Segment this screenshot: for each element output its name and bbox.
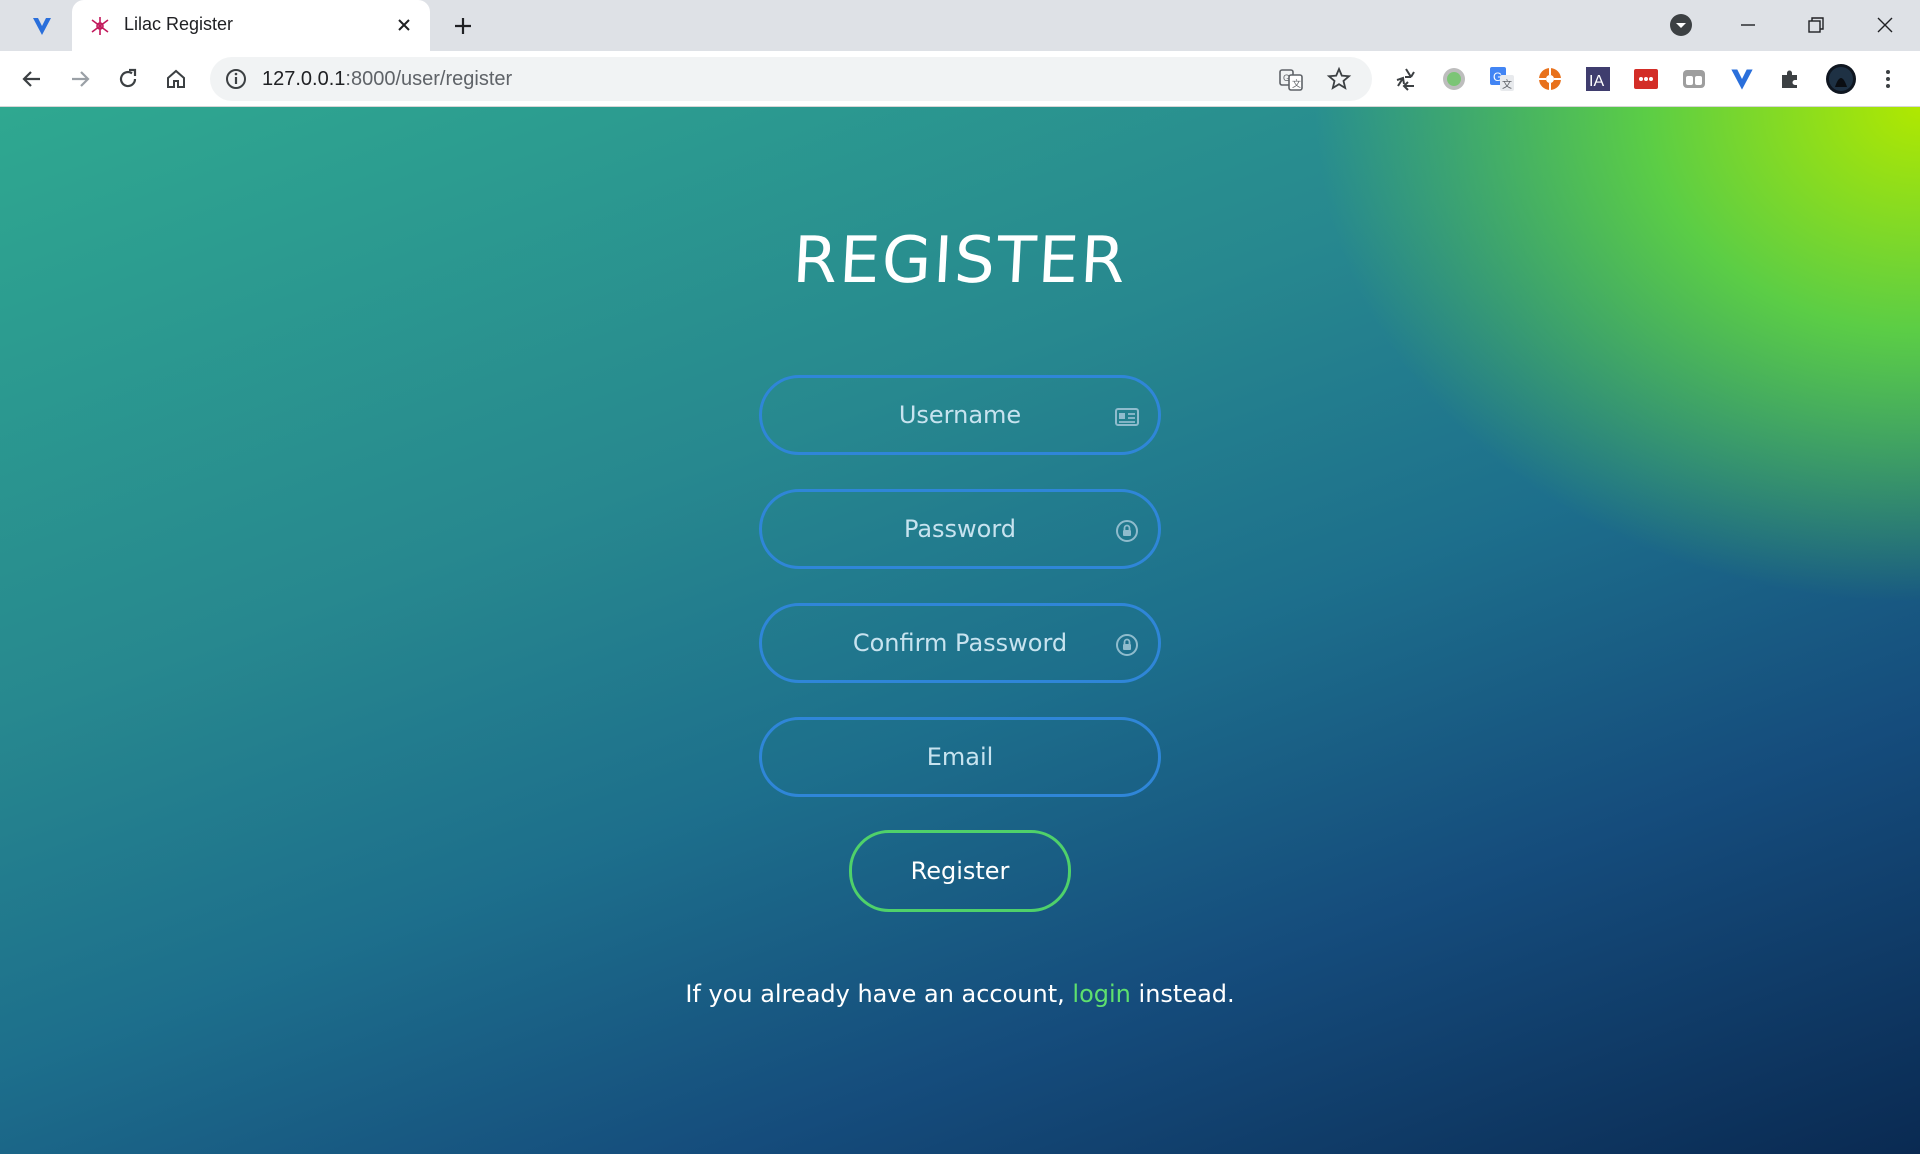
profile-avatar[interactable] (1824, 62, 1858, 96)
close-tab-button[interactable] (392, 13, 416, 37)
tab-title: Lilac Register (124, 14, 234, 34)
vivaldi-icon (33, 18, 51, 35)
register-page: REGISTER Register If you already have an… (0, 107, 1920, 1154)
login-prompt-suffix: instead. (1138, 980, 1235, 1008)
back-button[interactable] (16, 63, 48, 95)
browser-toolbar: 127.0.0.1:8000/user/register G 文 G 文 IA (0, 51, 1920, 107)
tab-search-button[interactable] (1664, 8, 1698, 42)
login-prompt-prefix: If you already have an account, (685, 980, 1065, 1008)
register-button[interactable]: Register (849, 830, 1071, 912)
lock-icon (1116, 634, 1138, 656)
extensions-button[interactable] (1776, 65, 1804, 93)
tab-favicon (91, 17, 109, 35)
menu-icon (1886, 70, 1890, 88)
green-circle-icon (1443, 68, 1465, 90)
confirm-password-input[interactable] (762, 606, 1158, 680)
tab-strip: Lilac Register (0, 0, 1920, 51)
svg-text:G: G (1283, 73, 1290, 83)
confirm-password-field[interactable] (759, 603, 1161, 683)
svg-text:IA: IA (1589, 73, 1604, 90)
plus-icon (455, 18, 471, 34)
extension-vivaldi[interactable] (1728, 65, 1756, 93)
minimize-button[interactable] (1731, 8, 1765, 42)
url-host: 127.0.0.1 (262, 68, 346, 90)
ia-icon: IA (1586, 67, 1610, 91)
recycle-icon (1396, 68, 1415, 91)
extensions-icon (1782, 70, 1797, 88)
star-icon[interactable] (1326, 66, 1352, 92)
chevron-down-icon (1670, 14, 1692, 36)
address-bar[interactable]: 127.0.0.1:8000/user/register G 文 (210, 57, 1372, 101)
google-translate-icon: G 文 (1490, 67, 1514, 91)
password-input[interactable] (762, 492, 1158, 566)
restore-icon (1808, 17, 1824, 33)
username-field[interactable] (759, 375, 1161, 455)
reload-button[interactable] (112, 63, 144, 95)
tab-lilac-register[interactable]: Lilac Register (72, 0, 430, 51)
new-tab-button[interactable] (448, 11, 478, 41)
url-text[interactable]: 127.0.0.1:8000/user/register (262, 68, 512, 91)
username-input[interactable] (762, 378, 1158, 452)
lastpass-icon (1634, 69, 1658, 89)
extension-recycle[interactable] (1392, 65, 1420, 93)
orange-ring-icon (1539, 68, 1561, 90)
extension-green-dot[interactable] (1440, 65, 1468, 93)
extension-google-translate[interactable]: G 文 (1488, 65, 1516, 93)
home-icon (167, 69, 185, 88)
home-button[interactable] (160, 63, 192, 95)
email-field[interactable] (759, 717, 1161, 797)
extension-grey[interactable] (1680, 65, 1708, 93)
login-prompt: If you already have an account, login in… (0, 980, 1920, 1008)
info-icon[interactable] (224, 67, 248, 91)
extension-orange[interactable] (1536, 65, 1564, 93)
minimize-icon (1741, 24, 1755, 26)
email-input[interactable] (762, 720, 1158, 794)
browser-menu-button[interactable] (1874, 65, 1902, 93)
page-title: REGISTER (791, 224, 1129, 298)
back-icon (22, 71, 40, 87)
svg-text:文: 文 (1292, 78, 1301, 89)
svg-text:文: 文 (1502, 78, 1512, 91)
forward-icon (72, 71, 90, 87)
lock-icon (1116, 520, 1138, 542)
translate-icon[interactable]: G 文 (1278, 67, 1304, 93)
close-icon (398, 19, 410, 31)
pinned-tab[interactable] (22, 12, 62, 40)
close-window-button[interactable] (1868, 8, 1902, 42)
vivaldi-icon (1731, 69, 1753, 90)
restore-button[interactable] (1799, 8, 1833, 42)
id-card-icon (1115, 408, 1139, 426)
url-path: :8000/user/register (345, 68, 513, 90)
password-field[interactable] (759, 489, 1161, 569)
reload-icon (119, 68, 137, 88)
tab-group-icon (1683, 70, 1705, 88)
login-link[interactable]: login (1072, 980, 1130, 1008)
extension-lastpass[interactable] (1632, 65, 1660, 93)
close-window-icon (1877, 17, 1893, 33)
extension-ia[interactable]: IA (1584, 65, 1612, 93)
forward-button[interactable] (64, 63, 96, 95)
avatar (1826, 64, 1856, 94)
